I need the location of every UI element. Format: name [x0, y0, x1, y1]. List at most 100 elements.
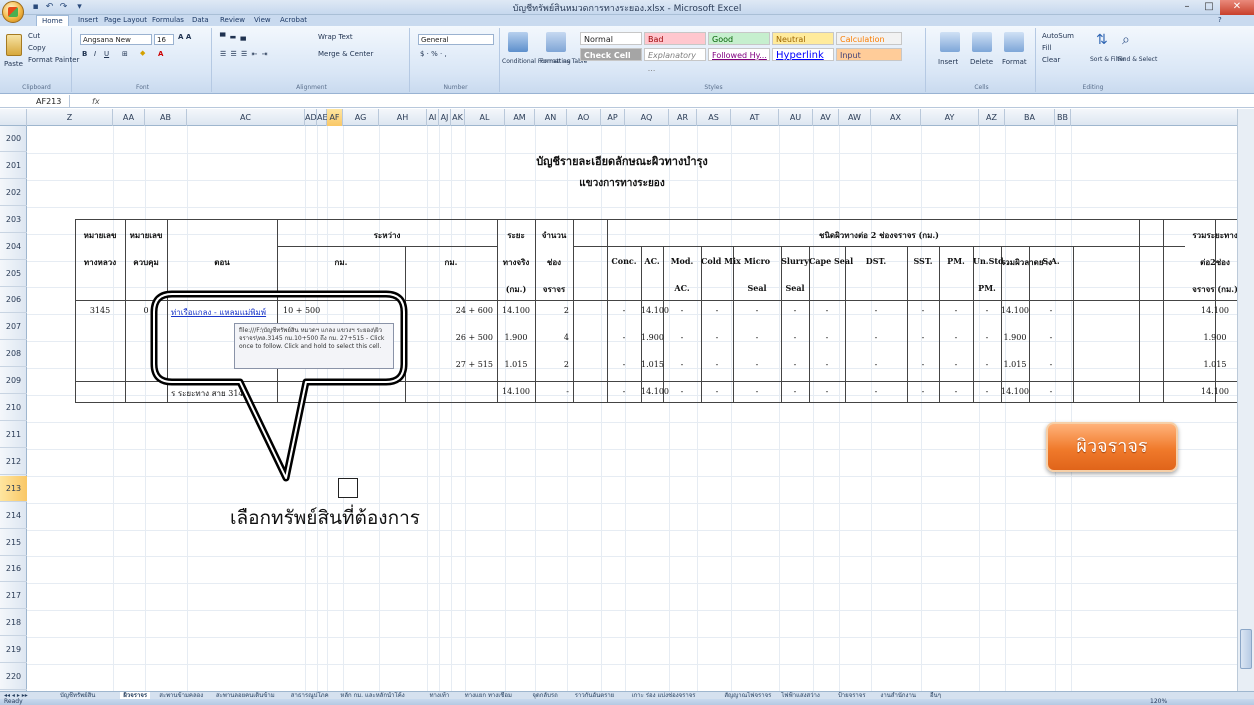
column-header[interactable]: BA: [1005, 109, 1055, 126]
row-header[interactable]: 218: [0, 610, 27, 637]
sort-filter-icon[interactable]: ⇅: [1096, 32, 1108, 48]
style-hyperlink[interactable]: Hyperlink: [772, 48, 834, 61]
row-header[interactable]: 220: [0, 664, 27, 690]
column-header[interactable]: AH: [379, 109, 427, 126]
insert-cells-icon[interactable]: [940, 32, 960, 52]
sheet-tab[interactable]: บัญชีทรัพย์สิน: [60, 692, 95, 699]
style-check-cell[interactable]: Check Cell: [580, 48, 642, 61]
column-header[interactable]: AX: [871, 109, 921, 126]
column-header[interactable]: AO: [567, 109, 601, 126]
align-left-icons[interactable]: ☰ ☰ ☰ ⇤ ⇥: [220, 50, 268, 58]
column-header[interactable]: AC: [187, 109, 305, 126]
style-neutral[interactable]: Neutral: [772, 32, 834, 45]
row-header[interactable]: 200: [0, 126, 27, 152]
column-header[interactable]: BB: [1055, 109, 1071, 126]
column-header[interactable]: AZ: [979, 109, 1005, 126]
style-followed-hyperlink[interactable]: Followed Hy...: [708, 48, 770, 61]
align-top-icons[interactable]: ▀ ▬ ▄: [220, 33, 247, 41]
column-header[interactable]: Z: [27, 109, 113, 126]
column-header[interactable]: AB: [145, 109, 187, 126]
help-icon[interactable]: ?: [1218, 15, 1222, 26]
zoom-level[interactable]: 120%: [1150, 698, 1167, 705]
row-header[interactable]: 205: [0, 261, 27, 287]
tab-data[interactable]: Data: [192, 15, 209, 26]
tab-view[interactable]: View: [254, 15, 271, 26]
find-select-button[interactable]: Find & Select: [1118, 56, 1157, 63]
column-header[interactable]: AN: [535, 109, 567, 126]
row-header[interactable]: 201: [0, 153, 27, 179]
bold-icon[interactable]: B: [82, 50, 87, 58]
road-surface-button[interactable]: ผิวจราจร: [1046, 422, 1178, 472]
grow-font-icon[interactable]: A A: [178, 33, 191, 41]
font-name-select[interactable]: Angsana New: [80, 34, 152, 45]
name-box[interactable]: AF213: [0, 95, 70, 108]
paste-button[interactable]: Paste: [4, 60, 23, 68]
wrap-text-button[interactable]: Wrap Text: [318, 33, 353, 41]
tab-insert[interactable]: Insert: [78, 15, 98, 26]
tab-review[interactable]: Review: [220, 15, 245, 26]
formula-input[interactable]: [110, 95, 1230, 108]
style-bad[interactable]: Bad: [644, 32, 706, 45]
delete-cells-icon[interactable]: [972, 32, 992, 52]
row-header[interactable]: 217: [0, 583, 27, 610]
paste-icon[interactable]: [6, 34, 22, 56]
column-header[interactable]: AK: [451, 109, 465, 126]
borders-icon[interactable]: ⊞: [122, 50, 128, 58]
sheet-tab[interactable]: หลัก กม. และหลักนำโค้ง: [340, 692, 404, 699]
sheet-tab[interactable]: ไฟฟ้าแสงสว่าง: [781, 692, 820, 699]
minimize-button[interactable]: –: [1176, 0, 1198, 15]
autosum-button[interactable]: AutoSum: [1042, 32, 1074, 40]
tab-page-layout[interactable]: Page Layout: [104, 15, 147, 26]
sheet-tab[interactable]: สัญญาณไฟจราจร: [724, 692, 771, 699]
sheet-tab[interactable]: งานสำนักงาน: [880, 692, 916, 699]
row-header[interactable]: 204: [0, 234, 27, 260]
fx-icon[interactable]: fx: [92, 95, 100, 108]
row-header[interactable]: 207: [0, 314, 27, 341]
vertical-scrollbar[interactable]: [1237, 109, 1254, 691]
close-button[interactable]: ✕: [1220, 0, 1254, 15]
row-header[interactable]: 206: [0, 287, 27, 314]
column-header[interactable]: AP: [601, 109, 625, 126]
select-all-corner[interactable]: [0, 109, 27, 126]
sheet-tab[interactable]: ทางแยก ทางเชื่อม: [465, 692, 512, 699]
find-select-icon[interactable]: ⌕: [1122, 32, 1130, 48]
column-header[interactable]: AW: [839, 109, 871, 126]
number-format-select[interactable]: General: [418, 34, 494, 45]
format-cells-button[interactable]: Format: [1002, 58, 1027, 66]
underline-icon[interactable]: U: [104, 50, 109, 58]
merge-center-button[interactable]: Merge & Center: [318, 50, 373, 58]
tab-formulas[interactable]: Formulas: [152, 15, 184, 26]
format-cells-icon[interactable]: [1004, 32, 1024, 52]
style-good[interactable]: Good: [708, 32, 770, 45]
sheet-tab[interactable]: สะพานข้ามคลอง: [159, 692, 203, 699]
column-header[interactable]: AA: [113, 109, 145, 126]
row-header[interactable]: 215: [0, 530, 27, 556]
row-header[interactable]: 216: [0, 556, 27, 583]
insert-cells-button[interactable]: Insert: [938, 58, 958, 66]
row-header[interactable]: 219: [0, 637, 27, 664]
row-header[interactable]: 211: [0, 422, 27, 448]
cut-button[interactable]: Cut: [28, 32, 40, 40]
clear-button[interactable]: Clear: [1042, 56, 1060, 64]
column-header[interactable]: AM: [505, 109, 535, 126]
column-header[interactable]: AT: [731, 109, 779, 126]
sheet-tab[interactable]: ผิวจราจร: [120, 692, 151, 699]
row-header[interactable]: 214: [0, 503, 27, 529]
column-header[interactable]: AS: [697, 109, 731, 126]
column-header[interactable]: AU: [779, 109, 813, 126]
column-header[interactable]: AG: [343, 109, 379, 126]
column-header[interactable]: AJ: [439, 109, 451, 126]
row-header[interactable]: 212: [0, 449, 27, 475]
worksheet-grid[interactable]: บัญชีรายละเอียดลักษณะผิวทางบำรุง แขวงการ…: [27, 126, 1237, 691]
sheet-tab[interactable]: อื่นๆ: [930, 692, 941, 699]
scroll-thumb[interactable]: [1240, 629, 1252, 669]
row-header[interactable]: 203: [0, 207, 27, 233]
section-hyperlink[interactable]: ท่าเรือแกลง - แหลมแม่พิมพ์: [171, 306, 275, 319]
style-explanatory[interactable]: Explanatory ...: [644, 48, 706, 73]
italic-icon[interactable]: I: [94, 50, 96, 58]
checkbox[interactable]: [338, 478, 358, 498]
row-header[interactable]: 202: [0, 180, 27, 206]
copy-button[interactable]: Copy: [28, 44, 46, 52]
font-size-select[interactable]: 16: [154, 34, 174, 45]
format-painter-button[interactable]: Format Painter: [28, 56, 79, 64]
